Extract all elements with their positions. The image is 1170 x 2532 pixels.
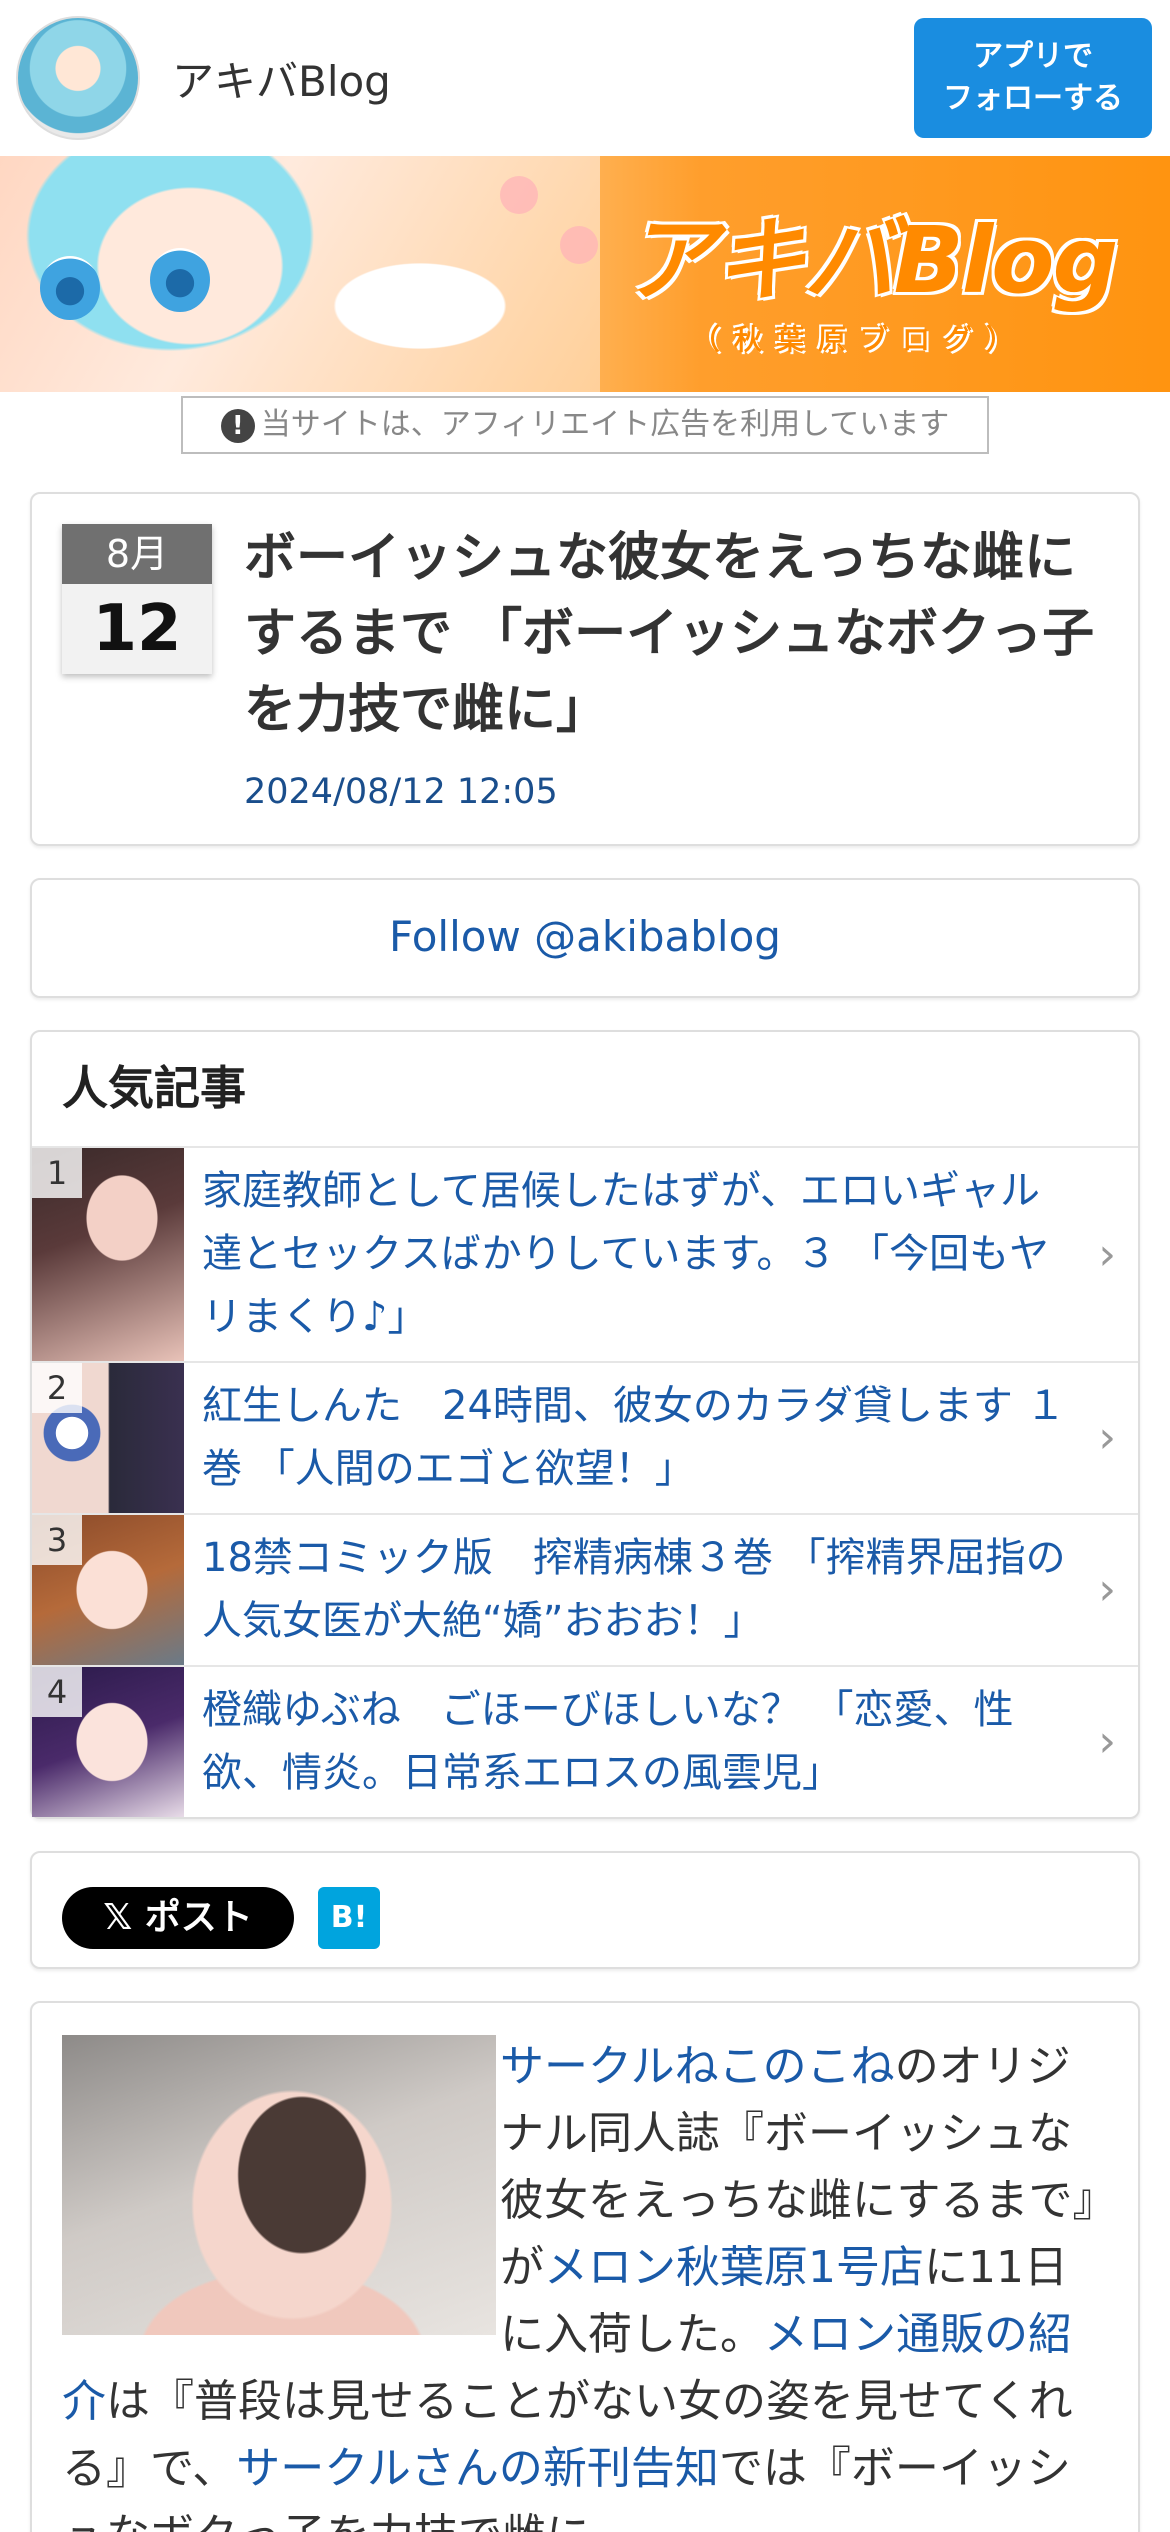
site-banner[interactable]: アキバBlog （秋葉原ブログ） — [0, 156, 1170, 392]
site-name[interactable]: アキバBlog — [172, 48, 391, 109]
date-month: 8月 — [62, 524, 212, 584]
banner-logo-subtitle: （秋葉原ブログ） — [691, 323, 1028, 356]
popular-item[interactable]: 3 18禁コミック版 搾精病棟３巻 「搾精界屈指の人気女医が大絶“嬌”おおお！」… — [32, 1515, 1138, 1667]
circle-link[interactable]: サークルねこのこね — [500, 2041, 895, 2092]
banner-logo: アキバBlog — [623, 207, 1119, 314]
date-badge: 8月 12 — [62, 524, 212, 674]
rank-number: 1 — [32, 1148, 82, 1198]
article-main-image[interactable] — [62, 2035, 496, 2335]
share-card: 𝕏 ポスト B! — [30, 1851, 1140, 1969]
x-post-label: ポスト — [144, 1897, 253, 1938]
popular-item[interactable]: 2 紅生しんた 24時間、彼女のカラダ貸します １巻 「人間のエゴと欲望！」 › — [32, 1363, 1138, 1515]
store-link[interactable]: メロン秋葉原1号店 — [544, 2242, 924, 2293]
banner-character-eye — [40, 256, 100, 320]
rank-number: 2 — [32, 1363, 82, 1413]
popular-item-title: 紅生しんた 24時間、彼女のカラダ貸します １巻 「人間のエゴと欲望！」 — [202, 1383, 1066, 1492]
sakura-petal — [500, 176, 538, 214]
article-thumbnail: 4 — [32, 1667, 184, 1817]
chevron-right-icon: › — [1098, 1412, 1116, 1463]
rank-number: 3 — [32, 1515, 82, 1565]
article-title: ボーイッシュな彼女をえっちな雌にするまで 「ボーイッシュなボクっ子を力技で雌に」 — [244, 528, 1095, 740]
x-logo-icon: 𝕏 — [103, 1897, 145, 1938]
article-thumbnail: 1 — [32, 1148, 184, 1361]
follow-twitter-link[interactable]: Follow @akibablog — [389, 912, 781, 961]
article-datetime: 2024/08/12 12:05 — [244, 772, 558, 812]
chevron-right-icon: › — [1098, 1564, 1116, 1615]
article-thumbnail: 2 — [32, 1363, 184, 1513]
chevron-right-icon: › — [1098, 1228, 1116, 1280]
popular-item-title: 橙織ゆぶね ごほーびほしいな？ 「恋愛、性欲、情炎。日常系エロスの風雲児」 — [202, 1687, 1014, 1796]
exclamation-icon: ! — [220, 408, 255, 443]
article-thumbnail: 3 — [32, 1515, 184, 1665]
article-header-card: 8月 12 ボーイッシュな彼女をえっちな雌にするまで 「ボーイッシュなボクっ子を… — [30, 492, 1140, 846]
site-header: アキバBlog アプリで フォローする — [0, 0, 1170, 156]
popular-item-title: 18禁コミック版 搾精病棟３巻 「搾精界屈指の人気女医が大絶“嬌”おおお！」 — [202, 1535, 1066, 1644]
affiliate-notice-text: 当サイトは、アフィリエイト広告を利用しています — [260, 407, 950, 442]
banner-character-eye — [150, 248, 210, 312]
popular-item[interactable]: 1 家庭教師として居候したはずが、エロいギャル達とセックスばかりしています。３ … — [32, 1148, 1138, 1363]
hatena-bookmark-button[interactable]: B! — [318, 1887, 380, 1949]
popular-item-title: 家庭教師として居候したはずが、エロいギャル達とセックスばかりしています。３ 「今… — [202, 1168, 1050, 1340]
popular-articles: 人気記事 1 家庭教師として居候したはずが、エロいギャル達とセックスばかりしてい… — [30, 1030, 1140, 1819]
date-day: 12 — [62, 584, 212, 674]
circle-announcement-link[interactable]: サークルさんの新刊告知 — [236, 2443, 719, 2494]
popular-item[interactable]: 4 橙織ゆぶね ごほーびほしいな？ 「恋愛、性欲、情炎。日常系エロスの風雲児」 … — [32, 1667, 1138, 1817]
site-avatar[interactable] — [16, 16, 140, 140]
chevron-right-icon: › — [1098, 1716, 1116, 1767]
x-post-button[interactable]: 𝕏 ポスト — [62, 1887, 294, 1949]
article-body: サークルねこのこねのオリジナル同人誌『ボーイッシュな彼女をえっちな雌にするまで』… — [30, 2001, 1140, 2532]
rank-number: 4 — [32, 1667, 82, 1717]
affiliate-notice: ! 当サイトは、アフィリエイト広告を利用しています — [181, 396, 989, 454]
follow-in-app-button[interactable]: アプリで フォローする — [914, 18, 1152, 138]
popular-heading: 人気記事 — [32, 1032, 1138, 1148]
follow-card: Follow @akibablog — [30, 878, 1140, 998]
